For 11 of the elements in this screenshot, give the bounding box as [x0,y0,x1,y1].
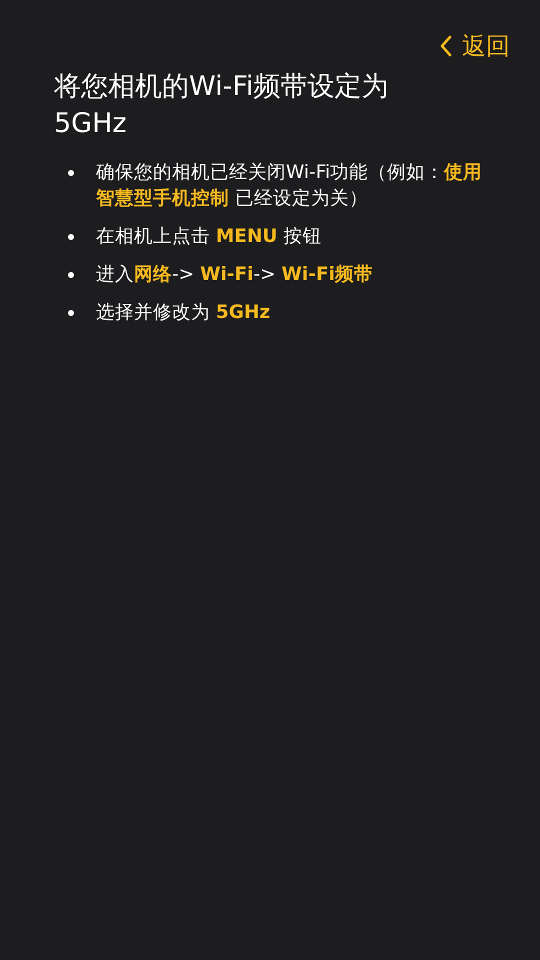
bullet-icon [68,310,74,316]
bullet-icon [68,170,74,176]
step-text: 选择并修改为 5GHz [96,301,272,325]
bullet-icon [68,272,74,278]
chevron-left-icon [439,35,452,57]
step-text: 确保您的相机已经关闭Wi-Fi功能（例如：使用智慧型手机控制 已经设定为关） [96,161,484,211]
page-title: 将您相机的Wi-Fi频带设定为5GHz [54,70,390,141]
bullet-icon [68,234,74,240]
back-button[interactable]: 返回 [439,28,510,64]
step-text: 进入网络-> Wi-Fi-> Wi-Fi频带 [96,263,374,287]
step-text: 在相机上点击 MENU 按钮 [96,225,322,249]
